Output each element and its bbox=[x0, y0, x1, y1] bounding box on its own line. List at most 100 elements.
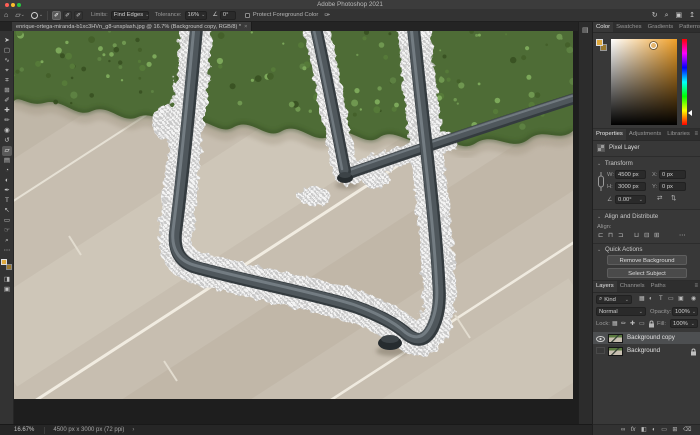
close-tab-icon[interactable]: × bbox=[244, 24, 247, 30]
panel-menu-icon[interactable]: ≡ bbox=[694, 281, 700, 292]
panel-menu-icon[interactable]: ≡ bbox=[694, 129, 700, 140]
zoom-tool[interactable]: ⌕ bbox=[2, 236, 12, 246]
blend-mode-dropdown[interactable]: Normal ⌄ bbox=[596, 307, 646, 316]
pen-pressure-icon[interactable]: ✑ bbox=[324, 9, 330, 22]
more-align-options-button[interactable]: ⋯ bbox=[679, 232, 685, 239]
tab-libraries[interactable]: Libraries bbox=[664, 129, 693, 140]
layer-effects-icon[interactable]: fx bbox=[631, 426, 636, 435]
adjustment-layer-icon[interactable]: ◐ bbox=[652, 426, 656, 435]
width-field[interactable]: 4500 px bbox=[615, 170, 646, 179]
layer-thumbnail[interactable] bbox=[608, 333, 623, 343]
blur-tool[interactable]: ◔ bbox=[2, 166, 12, 176]
height-field[interactable]: 3000 px bbox=[615, 182, 646, 191]
x-field[interactable]: 0 px bbox=[659, 170, 686, 179]
lock-transparent-pixels-icon[interactable]: ▦ bbox=[612, 320, 618, 329]
dodge-tool[interactable]: ◐ bbox=[2, 176, 12, 186]
pen-tool[interactable]: ✒ bbox=[2, 186, 12, 196]
tab-adjustments[interactable]: Adjustments bbox=[626, 129, 664, 140]
tab-gradients[interactable]: Gradients bbox=[645, 22, 677, 32]
protect-foreground-checkbox[interactable] bbox=[244, 12, 250, 18]
tab-patterns[interactable]: Patterns bbox=[676, 22, 700, 32]
visibility-eye-icon[interactable] bbox=[596, 335, 605, 342]
brush-preview-icon[interactable] bbox=[30, 11, 38, 19]
home-icon[interactable]: ⌂ bbox=[4, 9, 8, 22]
layer-filter-kind-dropdown[interactable]: ⌕ Kind ⌄ bbox=[596, 295, 632, 304]
lasso-tool[interactable]: ∿ bbox=[2, 56, 12, 66]
flip-vertical-button[interactable]: ⇅ bbox=[671, 195, 676, 202]
link-dimensions-icon[interactable] bbox=[597, 171, 605, 192]
transform-section-header[interactable]: ⌄ Transform bbox=[597, 160, 633, 167]
filter-type-layers-icon[interactable]: T bbox=[659, 295, 663, 304]
align-middle-button[interactable]: ⊟ bbox=[644, 232, 649, 239]
marquee-tool[interactable]: ▢ bbox=[2, 46, 12, 56]
new-layer-icon[interactable]: ⊞ bbox=[672, 426, 677, 435]
tolerance-dropdown[interactable]: 16% ⌄ bbox=[184, 10, 207, 20]
align-top-button[interactable]: ⊔ bbox=[634, 232, 639, 239]
quick-mask-button[interactable]: ◨ bbox=[2, 275, 12, 285]
foreground-color-swatch[interactable] bbox=[1, 259, 7, 265]
status-chevron-icon[interactable]: › bbox=[132, 427, 134, 433]
sync-icon[interactable]: ↻ bbox=[652, 9, 658, 22]
sampling-background-swatch-button[interactable]: ✐ bbox=[74, 10, 84, 20]
sampling-once-button[interactable]: ✐ bbox=[63, 10, 73, 20]
layer-row-background[interactable]: Background bbox=[593, 345, 700, 357]
lock-artboard-icon[interactable]: ▭ bbox=[639, 320, 645, 329]
zoom-level-field[interactable]: 16.67% bbox=[14, 427, 34, 433]
remove-background-button[interactable]: Remove Background bbox=[607, 255, 687, 265]
type-tool[interactable]: T bbox=[2, 196, 12, 206]
layer-thumbnail[interactable] bbox=[608, 346, 623, 356]
quick-actions-header[interactable]: ⌄ Quick Actions bbox=[597, 246, 642, 253]
hand-tool[interactable]: ☞ bbox=[2, 226, 12, 236]
path-selection-tool[interactable]: ↖ bbox=[2, 206, 12, 216]
clone-stamp-tool[interactable]: ◉ bbox=[2, 126, 12, 136]
align-section-header[interactable]: ⌄ Align and Distribute bbox=[597, 213, 658, 220]
add-mask-icon[interactable]: ◧ bbox=[641, 426, 647, 435]
color-picker-ring[interactable] bbox=[650, 42, 657, 49]
delete-layer-icon[interactable]: ⌫ bbox=[683, 426, 691, 435]
workspace-switcher-icon[interactable]: ▣ bbox=[676, 9, 683, 22]
frame-tool[interactable]: ⊞ bbox=[2, 86, 12, 96]
limits-dropdown[interactable]: Find Edges ⌄ bbox=[110, 10, 149, 20]
select-subject-button[interactable]: Select Subject bbox=[607, 268, 687, 278]
share-icon[interactable]: ↥ bbox=[689, 9, 695, 22]
tab-channels[interactable]: Channels bbox=[617, 281, 648, 292]
healing-brush-tool[interactable]: ✚ bbox=[2, 106, 12, 116]
tab-properties[interactable]: Properties bbox=[593, 129, 626, 140]
crop-tool[interactable]: ⌗ bbox=[2, 76, 12, 86]
gradient-tool[interactable]: ▤ bbox=[2, 156, 12, 166]
filter-smart-objects-icon[interactable]: ▣ bbox=[678, 295, 684, 304]
tab-color[interactable]: Color bbox=[593, 22, 614, 32]
angle-field[interactable]: 0° bbox=[219, 10, 236, 20]
search-icon[interactable]: ⌕ bbox=[665, 9, 669, 22]
align-left-button[interactable]: ⊏ bbox=[598, 232, 603, 239]
align-center-button[interactable]: ⊓ bbox=[608, 232, 613, 239]
visibility-eye-empty[interactable] bbox=[596, 347, 605, 354]
hue-slider-marker[interactable] bbox=[688, 110, 692, 116]
shape-tool[interactable]: ▭ bbox=[2, 216, 12, 226]
canvas-pasteboard[interactable] bbox=[14, 31, 578, 424]
panel-foreground-color-swatch[interactable] bbox=[596, 39, 603, 46]
move-tool[interactable]: ➤ bbox=[2, 36, 12, 46]
tab-paths[interactable]: Paths bbox=[648, 281, 669, 292]
layer-row-background-copy[interactable]: Background copy bbox=[593, 332, 700, 344]
fill-field[interactable]: 100% ⌄ bbox=[670, 319, 698, 328]
object-selection-tool[interactable]: ⌖ bbox=[2, 66, 12, 76]
screen-mode-button[interactable]: ▣ bbox=[2, 285, 12, 295]
filter-shape-layers-icon[interactable]: ▭ bbox=[668, 295, 674, 304]
eyedropper-tool[interactable]: ✐ bbox=[2, 96, 12, 106]
filter-pixel-layers-icon[interactable]: ▦ bbox=[639, 295, 645, 304]
lock-all-icon[interactable] bbox=[648, 320, 655, 328]
lock-position-icon[interactable]: ✚ bbox=[630, 320, 635, 329]
collapsed-panel-icon[interactable]: ▤ bbox=[582, 26, 589, 34]
history-brush-tool[interactable]: ↺ bbox=[2, 136, 12, 146]
edit-toolbar-button[interactable]: ⋯ bbox=[2, 246, 12, 256]
filter-adjustment-layers-icon[interactable]: ◐ bbox=[649, 295, 653, 304]
hue-slider[interactable] bbox=[682, 39, 687, 125]
y-field[interactable]: 0 px bbox=[659, 182, 686, 191]
opacity-field[interactable]: 100% ⌄ bbox=[672, 307, 698, 316]
document-tab[interactable]: enrique-ortega-miranda-b1xc3HVn_g8-unspl… bbox=[12, 22, 253, 31]
align-bottom-button[interactable]: ⊞ bbox=[654, 232, 659, 239]
sampling-continuous-button[interactable]: ✐ bbox=[52, 10, 62, 20]
flip-horizontal-button[interactable]: ⇄ bbox=[657, 195, 662, 202]
tab-swatches[interactable]: Swatches bbox=[613, 22, 645, 32]
